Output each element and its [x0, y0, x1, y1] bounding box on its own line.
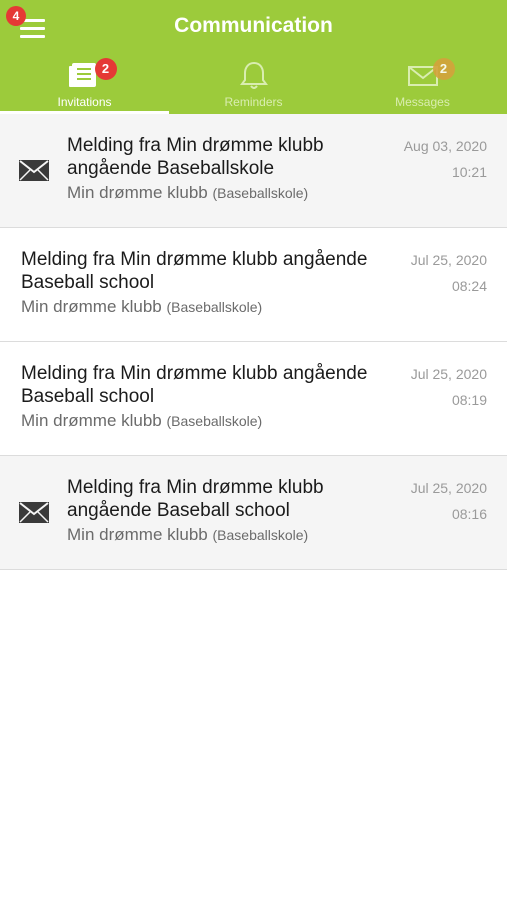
- message-group: (Baseballskole): [212, 527, 309, 543]
- invitations-badge: 2: [94, 58, 117, 80]
- messages-badge: 2: [432, 58, 455, 80]
- message-text: Melding fra Min drømme klubb angående Ba…: [21, 362, 391, 431]
- message-meta: Jul 25, 2020 08:16: [411, 480, 487, 522]
- message-sender-line: Min drømme klubb (Baseballskole): [21, 411, 391, 431]
- message-sender-line: Min drømme klubb (Baseballskole): [67, 183, 357, 203]
- message-sender: Min drømme klubb: [67, 525, 208, 544]
- message-subject: Melding fra Min drømme klubb angående Ba…: [67, 135, 324, 179]
- unread-mail-icon: [19, 502, 49, 523]
- message-sender-line: Min drømme klubb (Baseballskole): [21, 297, 391, 317]
- bell-icon: [239, 61, 268, 89]
- message-date: Jul 25, 2020: [410, 366, 487, 382]
- message-meta: Aug 03, 2020 10:21: [404, 138, 487, 180]
- message-text: Melding fra Min drømme klubb angående Ba…: [21, 248, 391, 317]
- tab-reminders[interactable]: Reminders: [169, 56, 338, 114]
- message-time: 08:16: [451, 506, 487, 522]
- tab-messages-label: Messages: [395, 95, 450, 109]
- message-item[interactable]: Melding fra Min drømme klubb angående Ba…: [0, 114, 507, 228]
- message-text: Melding fra Min drømme klubb angående Ba…: [67, 476, 357, 545]
- app-header: 4 Communication: [0, 0, 507, 56]
- tab-invitations[interactable]: 2 Invitations: [0, 56, 169, 114]
- message-sender: Min drømme klubb: [67, 183, 208, 202]
- message-sender: Min drømme klubb: [21, 297, 162, 316]
- tab-invitations-label: Invitations: [57, 95, 112, 109]
- tab-reminders-label: Reminders: [224, 95, 283, 109]
- message-sender-line: Min drømme klubb (Baseballskole): [67, 525, 357, 545]
- message-date: Jul 25, 2020: [410, 480, 487, 496]
- unread-mail-icon: [19, 160, 49, 181]
- message-item[interactable]: Melding fra Min drømme klubb angående Ba…: [0, 456, 507, 570]
- message-subject: Melding fra Min drømme klubb angående Ba…: [21, 249, 368, 293]
- message-time: 10:21: [451, 164, 487, 180]
- message-time: 08:24: [451, 278, 487, 294]
- message-sender: Min drømme klubb: [21, 411, 162, 430]
- message-date: Aug 03, 2020: [403, 138, 487, 154]
- message-meta: Jul 25, 2020 08:19: [411, 366, 487, 408]
- tab-bar: 2 Invitations Reminders 2 Messages: [0, 56, 507, 114]
- message-item[interactable]: Melding fra Min drømme klubb angående Ba…: [0, 228, 507, 342]
- message-item[interactable]: Melding fra Min drømme klubb angående Ba…: [0, 342, 507, 456]
- page-title: Communication: [174, 14, 333, 37]
- message-list: Melding fra Min drømme klubb angående Ba…: [0, 114, 507, 570]
- message-group: (Baseballskole): [166, 413, 263, 429]
- message-subject: Melding fra Min drømme klubb angående Ba…: [67, 477, 324, 521]
- message-meta: Jul 25, 2020 08:24: [411, 252, 487, 294]
- tab-messages[interactable]: 2 Messages: [338, 56, 507, 114]
- message-subject: Melding fra Min drømme klubb angående Ba…: [21, 363, 368, 407]
- message-date: Jul 25, 2020: [410, 252, 487, 268]
- message-time: 08:19: [451, 392, 487, 408]
- message-group: (Baseballskole): [166, 299, 263, 315]
- message-text: Melding fra Min drømme klubb angående Ba…: [67, 134, 357, 203]
- message-group: (Baseballskole): [212, 185, 309, 201]
